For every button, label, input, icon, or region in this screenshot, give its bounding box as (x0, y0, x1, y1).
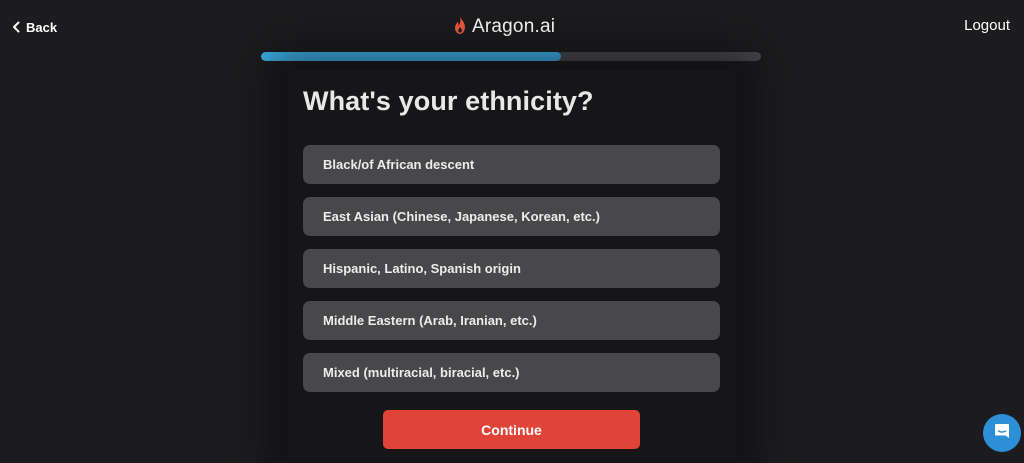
continue-button[interactable]: Continue (383, 410, 640, 449)
option-black-african[interactable]: Black/of African descent (303, 145, 720, 184)
option-mixed[interactable]: Mixed (multiracial, biracial, etc.) (303, 353, 720, 392)
option-east-asian[interactable]: East Asian (Chinese, Japanese, Korean, e… (303, 197, 720, 236)
onboarding-page: Back Aragon.ai Logout What's your ethnic… (0, 0, 1024, 463)
progress-bar (261, 52, 761, 61)
option-hispanic-latino[interactable]: Hispanic, Latino, Spanish origin (303, 249, 720, 288)
chat-bubble-icon (993, 422, 1011, 445)
option-middle-eastern[interactable]: Middle Eastern (Arab, Iranian, etc.) (303, 301, 720, 340)
brand-logo: Aragon.ai (452, 14, 555, 40)
back-button[interactable]: Back (12, 18, 57, 36)
progress-bar-fill (261, 52, 561, 61)
logout-button[interactable]: Logout (964, 17, 1010, 34)
page-title: What's your ethnicity? (303, 86, 594, 116)
back-label: Back (26, 19, 58, 35)
chat-launcher-button[interactable] (983, 414, 1021, 452)
flame-icon (452, 15, 468, 40)
ethnicity-options: Black/of African descent East Asian (Chi… (303, 145, 720, 405)
top-header: Back Aragon.ai Logout (0, 0, 1024, 52)
brand-name: Aragon.ai (472, 16, 556, 37)
chevron-left-icon (12, 21, 20, 33)
